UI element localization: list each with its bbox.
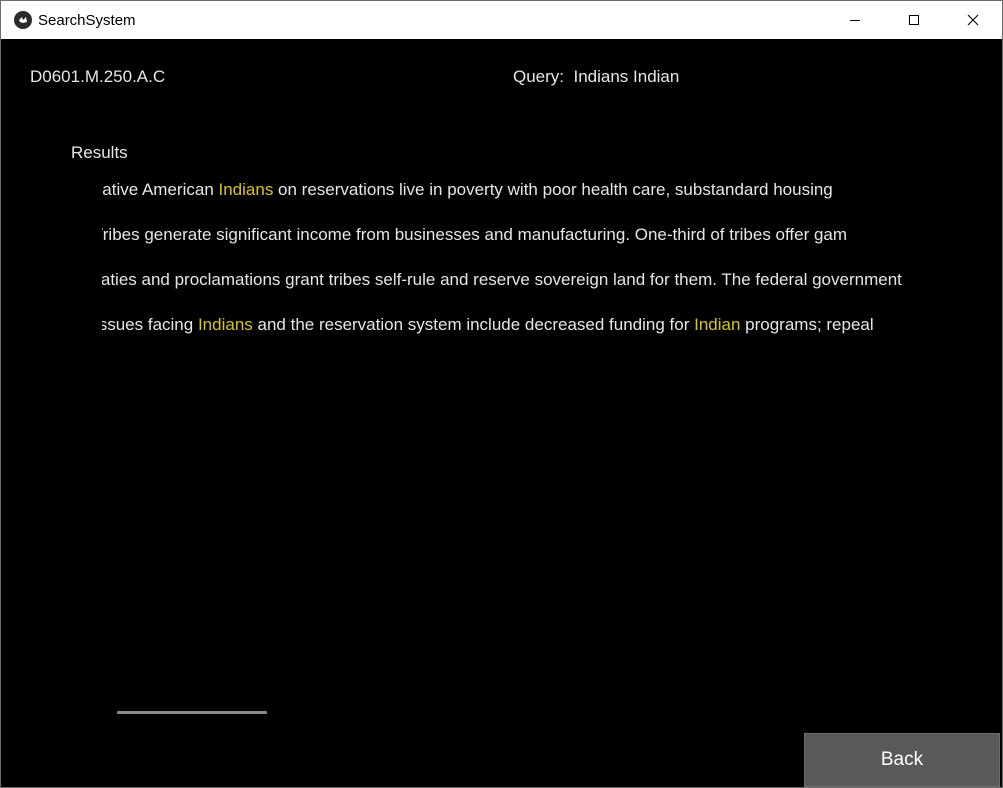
result-line[interactable]: Tribes generate significant income from …: [102, 224, 847, 246]
window-controls: [825, 1, 1002, 39]
results-heading: Results: [71, 143, 128, 162]
result-line[interactable]: Issues facing Indians and the reservatio…: [102, 314, 874, 336]
query-term-highlight: Indians: [197, 315, 253, 334]
result-text: Tribes generate significant income from …: [102, 225, 848, 244]
maximize-button[interactable]: [884, 1, 943, 39]
document-id: D0601.M.250.A.C: [30, 67, 166, 86]
result-text: Treaties and proclamations grant tribes …: [102, 270, 903, 289]
minimize-button[interactable]: [825, 1, 884, 39]
result-text: Native American: [102, 180, 219, 199]
result-text: and the reservation system include decre…: [252, 315, 695, 334]
window-title: SearchSystem: [38, 11, 136, 29]
results-list[interactable]: Native American Indians on reservations …: [102, 179, 903, 379]
main-content: D0601.M.250.A.C Query: Indians Indian Re…: [1, 39, 1002, 787]
query-value: Indians Indian: [573, 67, 680, 86]
horizontal-scroll-indicator[interactable]: [117, 711, 267, 714]
query-label: Query:: [513, 67, 565, 86]
title-bar[interactable]: SearchSystem: [1, 1, 1002, 39]
app-window: SearchSystem D0601.M.250.A.C Query: Indi…: [0, 0, 1003, 788]
maximize-icon: [908, 15, 919, 25]
app-logo-icon: [14, 11, 32, 29]
close-icon: [967, 14, 978, 26]
result-text: programs; repeal: [740, 315, 874, 334]
result-text: on reservations live in poverty with poo…: [273, 180, 833, 199]
query-term-highlight: Indians: [218, 180, 274, 199]
query-display: Query: Indians Indian: [513, 67, 679, 87]
back-button[interactable]: Back: [804, 733, 1000, 787]
minimize-icon: [849, 20, 860, 21]
result-text: Issues facing: [102, 315, 198, 334]
result-line[interactable]: Treaties and proclamations grant tribes …: [102, 269, 903, 291]
result-line[interactable]: Native American Indians on reservations …: [102, 179, 833, 201]
query-term-highlight: Indian: [694, 315, 741, 334]
close-button[interactable]: [943, 1, 1002, 39]
